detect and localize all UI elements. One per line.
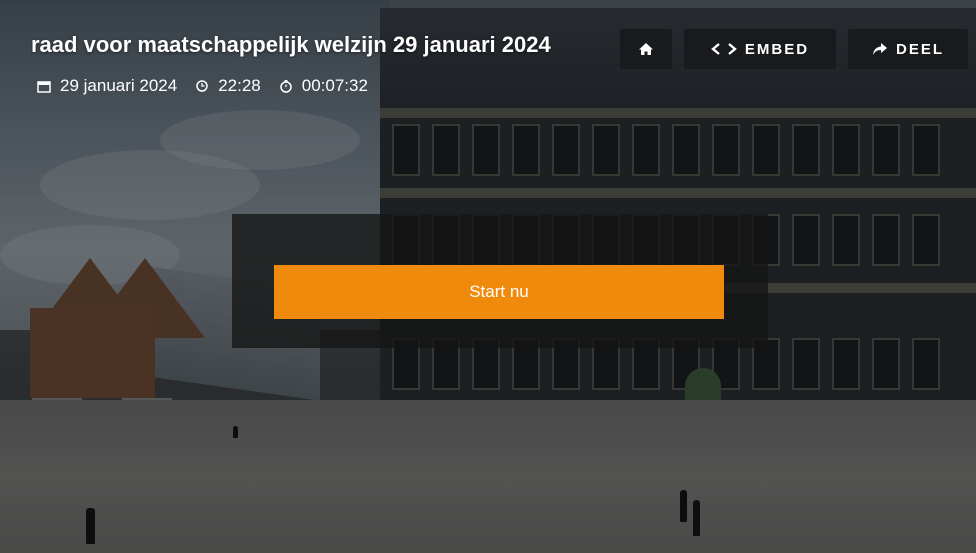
stream-date-text: 29 januari 2024	[60, 76, 178, 95]
stream-duration-text: 00:07:32	[301, 76, 368, 95]
stream-date: 29 januari 2024	[37, 76, 177, 96]
share-button[interactable]: DEEL	[848, 29, 968, 69]
share-arrow-icon	[872, 43, 887, 55]
share-label: DEEL	[895, 40, 944, 58]
stream-time: 22:28	[195, 76, 261, 96]
stream-duration: 00:07:32	[279, 76, 368, 96]
stopwatch-icon	[280, 80, 292, 93]
stream-time-text: 22:28	[218, 76, 261, 95]
embed-label: EMBED	[744, 40, 810, 58]
code-brackets-icon	[711, 43, 737, 55]
stream-meta: 29 januari 2024 22:28 00:07:32	[37, 76, 386, 96]
start-now-button[interactable]: Start nu	[274, 265, 724, 319]
home-button[interactable]	[620, 29, 672, 69]
calendar-icon	[37, 81, 51, 93]
embed-button[interactable]: EMBED	[684, 29, 836, 69]
home-icon	[639, 43, 653, 55]
clock-icon	[196, 80, 208, 92]
stream-title: raad voor maatschappelijk welzijn 29 jan…	[31, 32, 551, 57]
